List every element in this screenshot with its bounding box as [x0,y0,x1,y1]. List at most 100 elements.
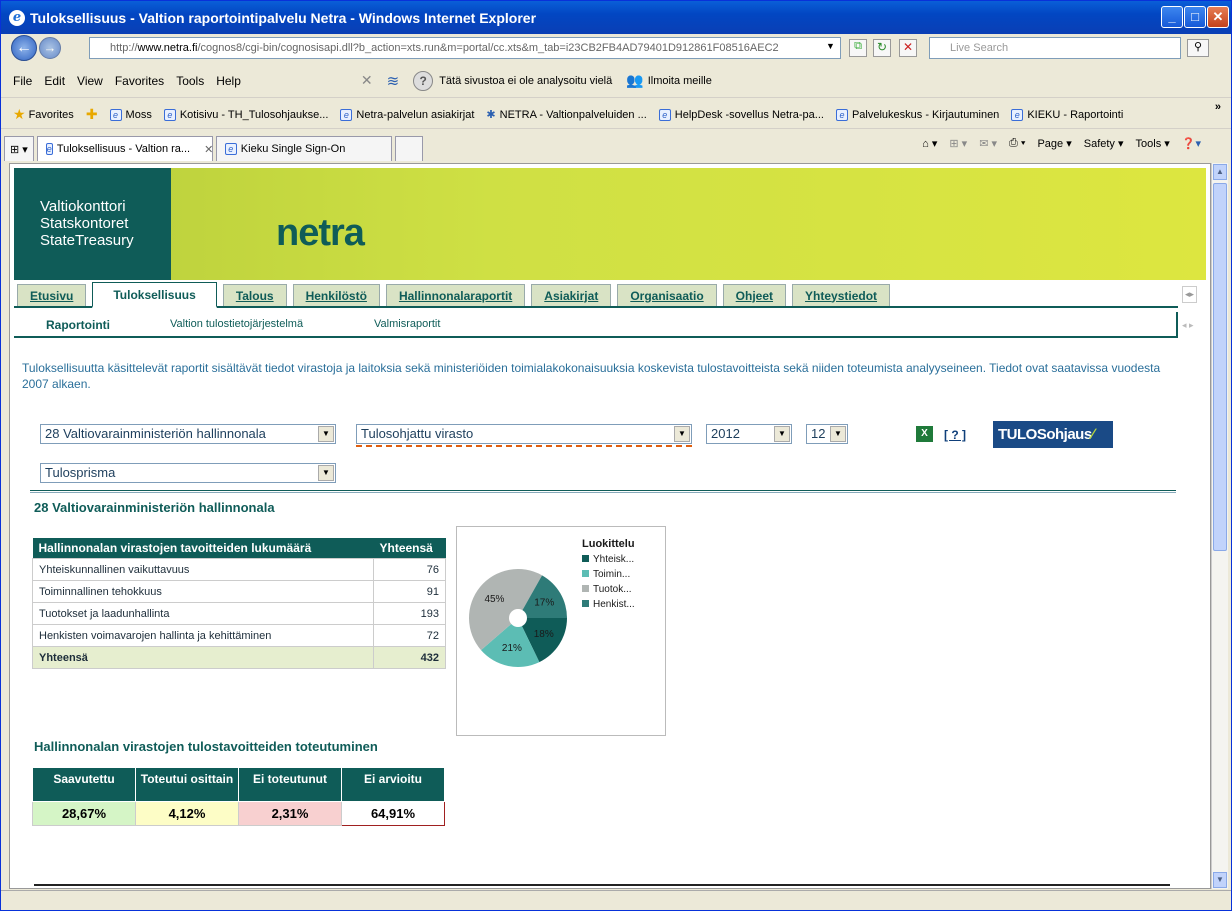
minimize-button[interactable]: _ [1161,6,1183,28]
chevron-more-icon[interactable]: » [1215,101,1221,113]
subnav-tulostieto[interactable]: Valtion tulostietojärjestelmä [170,318,303,330]
chevron-down-icon[interactable]: ▼ [318,465,334,481]
value-not-assessed: 64,91% [341,801,445,826]
favorites-button[interactable]: ★ Favorites [13,106,74,123]
fav-link-netra[interactable]: ✱ NETRA - Valtionpalveluiden ... [486,108,646,122]
address-path: /cognos8/cgi-bin/cognosisapi.dll?b_actio… [197,42,779,54]
subnav-valmisraportit[interactable]: Valmisraportit [374,318,440,330]
stop-icon[interactable]: ✕ [899,39,917,57]
row-value: 72 [373,624,446,647]
menu-tools[interactable]: Tools [176,74,204,88]
compat-icon[interactable]: ⧉ [849,39,867,57]
table-row: Yhteiskunnallinen vaikuttavuus 76 [32,558,446,581]
value-partial: 4,12% [135,801,239,826]
subnav-scroll-icon[interactable]: ◂ ▸ [1182,320,1194,331]
page-viewport: Valtiokonttori Statskontoret StateTreasu… [9,163,1211,889]
help-link[interactable]: [ ? ] [944,428,966,442]
table-header-row: Hallinnonalan virastojen tavoitteiden lu… [32,538,446,559]
scroll-thumb[interactable] [1213,183,1227,551]
fav-label: HelpDesk -sovellus Netra-pa... [674,108,824,121]
hallinnonala-select[interactable]: 28 Valtiovarainministeriön hallinnonala ▼ [40,424,336,444]
excel-icon[interactable]: X [916,426,933,442]
tab-henkilosto[interactable]: Henkilöstö [292,284,380,306]
tulosohjaus-logo[interactable]: TULOSohjaus∕ [993,421,1113,448]
close-button[interactable]: ✕ [1207,6,1229,28]
vertical-scrollbar[interactable]: ▲ ▼ [1211,163,1228,889]
fav-label: KIEKU - Raportointi [1027,108,1124,121]
tab-tuloksellisuus[interactable]: e Tuloksellisuus - Valtion ra... ✕ [36,136,213,161]
back-button[interactable]: ← [11,35,37,61]
tab-close-icon[interactable]: ✕ [204,143,213,156]
year-select[interactable]: 2012 ▼ [706,424,792,444]
address-dropdown-icon[interactable]: ▼ [826,41,835,51]
tab-label: Kieku Single Sign-On [240,143,346,155]
print-icon[interactable]: ⎙ ▾ [1009,137,1025,150]
bottom-divider [34,884,1170,886]
chevron-down-icon[interactable]: ▼ [830,426,846,442]
tab-tuloksellisuus[interactable]: Tuloksellisuus [92,282,217,308]
address-scheme: http:// [110,42,138,54]
menu-edit[interactable]: Edit [44,74,65,88]
chevron-down-icon[interactable]: ▼ [774,426,790,442]
tools-menu[interactable]: Tools ▾ [1136,137,1170,150]
subnav-raportointi[interactable]: Raportointi [46,318,110,332]
ie-page-icon: e [45,143,53,155]
menu-help[interactable]: Help [216,74,241,88]
address-input[interactable]: http://www.netra.fi/cognos8/cgi-bin/cogn… [89,37,841,59]
close-toolbar-icon[interactable]: ✕ [361,72,373,89]
view-select[interactable]: Tulosprisma ▼ [40,463,336,483]
tulosohjaus-text: TULOSohjaus [998,426,1092,443]
search-icon[interactable]: ⚲ [1187,39,1209,57]
safety-menu[interactable]: Safety ▾ [1084,137,1124,150]
table-row: 28,67% 4,12% 2,31% 64,91% [32,801,445,826]
month-select[interactable]: 12 ▼ [806,424,848,444]
help-icon[interactable]: ❓▾ [1182,137,1201,150]
maximize-button[interactable]: □ [1184,6,1206,28]
mail-icon[interactable]: ✉ ▾ [979,137,997,150]
quick-tabs-icon[interactable]: ⊞ ▾ [4,136,34,161]
tab-asiakirjat[interactable]: Asiakirjat [531,284,612,306]
tab-organisaatio[interactable]: Organisaatio [617,284,717,306]
chevron-down-icon[interactable]: ▼ [318,426,334,442]
org-name-en: StateTreasury [40,232,134,249]
ie-page-icon: e [340,108,353,121]
add-favorite-icon[interactable]: ✚ [86,106,98,123]
chevron-down-icon[interactable]: ▼ [674,426,690,442]
fav-link-asiakirjat[interactable]: e Netra-palvelun asiakirjat [340,108,474,121]
feeds-icon[interactable]: ⊞ ▾ [949,137,967,150]
menu-view[interactable]: View [77,74,103,88]
home-icon[interactable]: ⌂ ▾ [922,137,937,150]
scroll-down-icon[interactable]: ▼ [1213,872,1227,888]
pie-label: 18% [534,629,554,640]
tab-scroll-icon[interactable]: ◂▸ [1182,286,1198,303]
page-menu[interactable]: Page ▾ [1037,137,1071,150]
safety-menu-label: Safety [1083,138,1115,150]
fav-link-kotisivu[interactable]: e Kotisivu - TH_Tulosohjaukse... [163,108,328,121]
ie-window: e Tuloksellisuus - Valtion raportointipa… [0,0,1232,911]
report-link[interactable]: Ilmoita meille [648,75,712,87]
tab-yhteystiedot[interactable]: Yhteystiedot [792,284,891,306]
fav-link-moss[interactable]: e Moss [109,108,152,121]
virasto-value: Tulosohjattu virasto [361,426,474,441]
new-tab-button[interactable] [394,136,423,161]
tab-kieku[interactable]: e Kieku Single Sign-On [215,136,392,161]
tab-talous[interactable]: Talous [222,284,287,306]
page-menu-label: Page [1037,138,1064,150]
virasto-select[interactable]: Tulosohjattu virasto ▼ [356,424,692,444]
fav-link-helpdesk[interactable]: e HelpDesk -sovellus Netra-pa... [658,108,824,121]
refresh-icon[interactable]: ↻ [873,39,891,57]
menu-favorites[interactable]: Favorites [115,74,164,88]
fav-link-kieku[interactable]: e KIEKU - Raportointi [1011,108,1124,121]
table-header: Yhteensä [373,538,446,559]
forward-button[interactable]: → [39,37,61,59]
tab-hallinnonalaraportit[interactable]: Hallinnonalaraportit [385,284,526,306]
search-input[interactable]: Live Search [929,37,1181,59]
netra-banner: Valtiokonttori Statskontoret StateTreasu… [14,168,1206,280]
scroll-up-icon[interactable]: ▲ [1213,164,1227,180]
tab-etusivu[interactable]: Etusivu [17,284,87,306]
menu-file[interactable]: File [13,74,32,88]
phishing-status-text[interactable]: Tätä sivustoa ei ole analysoitu vielä [439,75,612,87]
fav-link-palvelukeskus[interactable]: e Palvelukeskus - Kirjautuminen [835,108,999,121]
phishing-filter-icon[interactable]: ≋ [387,72,400,90]
tab-ohjeet[interactable]: Ohjeet [722,284,787,306]
